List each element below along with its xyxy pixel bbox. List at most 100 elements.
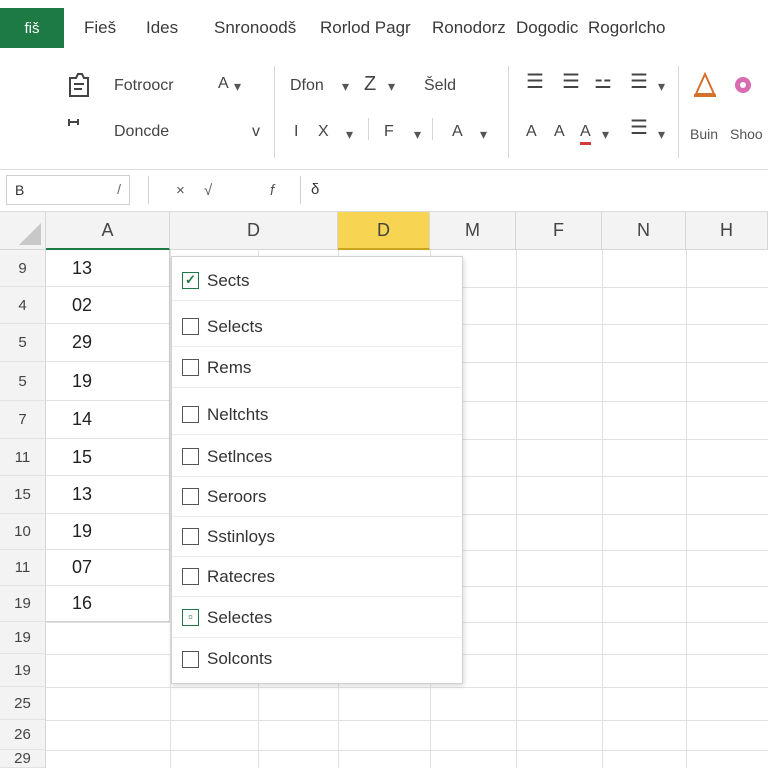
- cell-a[interactable]: 02: [46, 287, 170, 324]
- text-size-button[interactable]: A: [452, 122, 463, 142]
- chevron-down-icon[interactable]: ▾: [388, 76, 395, 96]
- formula-input[interactable]: δ: [300, 176, 760, 204]
- column-header-b[interactable]: D: [170, 212, 338, 250]
- menu-tab-review[interactable]: Rogorlcho: [588, 18, 666, 38]
- row-header[interactable]: 9: [0, 250, 46, 287]
- row-header[interactable]: 15: [0, 476, 46, 514]
- cell-a[interactable]: 29: [46, 324, 170, 362]
- row-header[interactable]: 26: [0, 720, 46, 750]
- row-header[interactable]: 11: [0, 550, 46, 586]
- row-header[interactable]: 5: [0, 362, 46, 401]
- checkbox-icon[interactable]: [182, 406, 199, 423]
- name-box[interactable]: B /: [6, 175, 130, 205]
- filter-option[interactable]: Seroors: [172, 477, 462, 517]
- checkbox-checked-icon[interactable]: ▫: [182, 609, 199, 626]
- cell-styles-icon[interactable]: [730, 72, 756, 104]
- checkbox-icon[interactable]: [182, 359, 199, 376]
- chevron-down-icon[interactable]: ▾: [602, 124, 609, 144]
- list-icon[interactable]: ☰: [630, 72, 648, 92]
- filter-option[interactable]: Ratecres: [172, 557, 462, 597]
- filter-option[interactable]: ✓ Sects: [172, 261, 462, 301]
- select-all-button[interactable]: [0, 212, 46, 250]
- checkbox-icon[interactable]: [182, 528, 199, 545]
- menu-tab-page-layout[interactable]: Rorlod Pagr: [320, 18, 411, 38]
- cell-a[interactable]: 19: [46, 362, 170, 401]
- filter-option[interactable]: ▫ Selectes: [172, 598, 462, 638]
- font-color-button[interactable]: F: [384, 122, 394, 142]
- chevron-down-icon[interactable]: ▾: [234, 76, 241, 96]
- text-size-small-button[interactable]: A: [526, 122, 537, 142]
- cell-a[interactable]: 13: [46, 250, 170, 287]
- font-name-box[interactable]: Dfon: [290, 76, 324, 96]
- column-header-n[interactable]: N: [602, 212, 686, 250]
- row-header[interactable]: 19: [0, 654, 46, 687]
- column-header-m[interactable]: M: [430, 212, 516, 250]
- row-header[interactable]: 25: [0, 687, 46, 720]
- paste-label[interactable]: Fotroocr: [114, 76, 174, 96]
- italic-button[interactable]: Z: [364, 74, 376, 94]
- chevron-down-icon[interactable]: ▾: [480, 124, 487, 144]
- checkbox-checked-icon[interactable]: ✓: [182, 272, 199, 289]
- row-header[interactable]: 11: [0, 439, 46, 476]
- font-size-button[interactable]: A: [218, 74, 229, 94]
- name-box-caret[interactable]: /: [117, 181, 121, 197]
- cell-a[interactable]: 15: [46, 439, 170, 476]
- row-header[interactable]: 29: [0, 750, 46, 768]
- checkbox-icon[interactable]: [182, 448, 199, 465]
- bold-button[interactable]: I: [294, 122, 298, 142]
- checkbox-icon[interactable]: [182, 318, 199, 335]
- align-center-icon[interactable]: ☰: [562, 72, 580, 92]
- conditional-format-icon[interactable]: [692, 70, 718, 104]
- menu-tab-data[interactable]: Dogodic: [516, 18, 578, 38]
- column-header-h[interactable]: H: [686, 212, 768, 250]
- menu-tab-formulas[interactable]: Ronodorz: [432, 18, 506, 38]
- text-color-button[interactable]: A: [580, 122, 591, 145]
- chevron-down-icon[interactable]: ▾: [342, 76, 349, 96]
- app-logo[interactable]: fiš: [0, 8, 64, 48]
- row-header[interactable]: 7: [0, 401, 46, 439]
- row-header[interactable]: 10: [0, 514, 46, 550]
- column-header-a[interactable]: A: [46, 212, 170, 250]
- format-painter-icon[interactable]: [66, 116, 86, 142]
- cancel-icon[interactable]: ×: [176, 182, 185, 199]
- cell-a[interactable]: 19: [46, 514, 170, 550]
- chevron-down-icon[interactable]: ▾: [658, 124, 665, 144]
- paste-icon[interactable]: [64, 70, 94, 104]
- cell-a[interactable]: 16: [46, 586, 170, 622]
- wrap-text-icon[interactable]: ⚍: [594, 72, 612, 92]
- clipboard-dropdown[interactable]: v: [252, 122, 260, 142]
- cell-a[interactable]: 14: [46, 401, 170, 439]
- filter-option[interactable]: Setlnces: [172, 437, 462, 477]
- filter-dropdown[interactable]: ✓ Sects Selects Rems Neltchts Setlnces S…: [171, 256, 463, 684]
- chevron-down-icon[interactable]: ▾: [658, 76, 665, 96]
- chevron-down-icon[interactable]: ▾: [346, 124, 353, 144]
- align-left-icon[interactable]: ☰: [526, 72, 544, 92]
- cell-style-button[interactable]: Šeld: [424, 76, 456, 96]
- function-icon[interactable]: f: [270, 182, 274, 199]
- styles-label-a[interactable]: Buin: [690, 124, 718, 144]
- strike-button[interactable]: X: [318, 122, 329, 142]
- cell-a[interactable]: 13: [46, 476, 170, 514]
- filter-option[interactable]: Neltchts: [172, 395, 462, 435]
- checkbox-icon[interactable]: [182, 568, 199, 585]
- row-header[interactable]: 19: [0, 586, 46, 622]
- text-size-large-button[interactable]: A: [554, 122, 565, 142]
- row-header[interactable]: 19: [0, 622, 46, 654]
- row-header[interactable]: 4: [0, 287, 46, 324]
- column-header-f[interactable]: F: [516, 212, 602, 250]
- menu-tab-file[interactable]: Fieš: [84, 18, 116, 38]
- menu-tab-home[interactable]: Snronoodš: [214, 18, 296, 38]
- filter-option[interactable]: Sstinloys: [172, 517, 462, 557]
- checkbox-icon[interactable]: [182, 488, 199, 505]
- column-header-c-active[interactable]: D: [338, 212, 430, 250]
- filter-option[interactable]: Solconts: [172, 639, 462, 679]
- checkbox-icon[interactable]: [182, 650, 199, 668]
- chevron-down-icon[interactable]: ▾: [414, 124, 421, 144]
- confirm-icon[interactable]: √: [204, 182, 212, 199]
- cell-a[interactable]: 07: [46, 550, 170, 586]
- filter-option[interactable]: Selects: [172, 307, 462, 347]
- menu-tab-insert[interactable]: Ides: [146, 18, 178, 38]
- styles-label-b[interactable]: Shoo: [730, 124, 763, 144]
- align-bottom-icon[interactable]: ☰: [630, 118, 648, 138]
- filter-option[interactable]: Rems: [172, 348, 462, 388]
